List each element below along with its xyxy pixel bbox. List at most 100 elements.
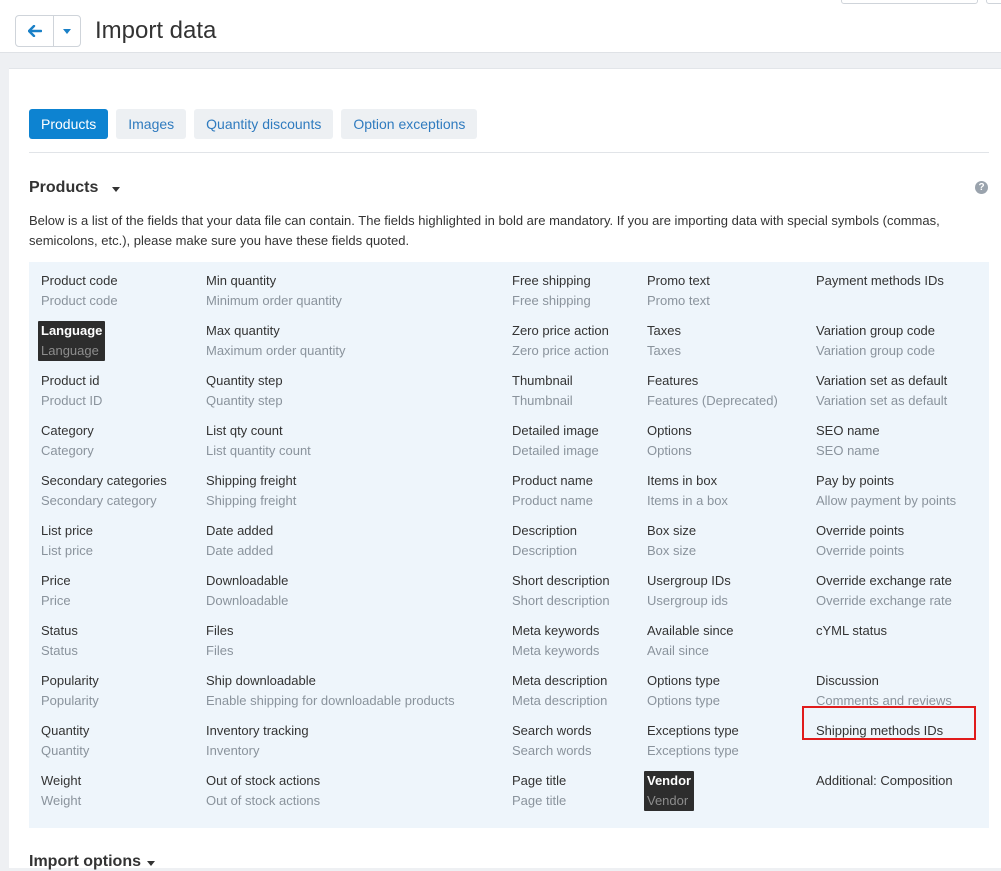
field-item: Product code Product code bbox=[41, 271, 167, 321]
field-item: Variation set as default Variation set as… bbox=[816, 371, 956, 421]
field-description: Thumbnail bbox=[512, 393, 573, 408]
field-name: Out of stock actions bbox=[206, 773, 321, 788]
field-item: Variation group code Variation group code bbox=[816, 321, 956, 371]
main-panel: Products Images Quantity discounts Optio… bbox=[9, 68, 1001, 871]
field-item: Ship downloadable Enable shipping for dow… bbox=[206, 671, 455, 721]
fields-column: Free shipping Free shipping Zero price act… bbox=[512, 271, 610, 821]
field-name: Files bbox=[206, 623, 234, 638]
field-description: Detailed image bbox=[512, 443, 599, 458]
field-item: Items in box Items in a box bbox=[647, 471, 778, 521]
field-description: Items in a box bbox=[647, 493, 728, 508]
field-description: Secondary category bbox=[41, 493, 157, 508]
field-description: List quantity count bbox=[206, 443, 311, 458]
back-button[interactable] bbox=[16, 16, 54, 46]
field-item: Price Price bbox=[41, 571, 167, 621]
field-name: Shipping freight bbox=[206, 473, 297, 488]
section-title: Import options bbox=[29, 853, 141, 870]
field-name: Search words bbox=[512, 723, 592, 738]
tab-images[interactable]: Images bbox=[116, 109, 187, 139]
field-name: Product code bbox=[41, 273, 118, 288]
field-name: List qty count bbox=[206, 423, 283, 438]
field-item: Category Category bbox=[41, 421, 167, 471]
field-name: Downloadable bbox=[206, 573, 289, 588]
field-item: Thumbnail Thumbnail bbox=[512, 371, 610, 421]
help-icon[interactable]: ? bbox=[975, 181, 988, 194]
field-description: Date added bbox=[206, 543, 274, 558]
field-description: Short description bbox=[512, 593, 610, 608]
field-name: Zero price action bbox=[512, 323, 609, 338]
field-name: Variation group code bbox=[816, 323, 936, 338]
field-description: Minimum order quantity bbox=[206, 293, 342, 308]
field-item: Search words Search words bbox=[512, 721, 610, 771]
field-description: Free shipping bbox=[512, 293, 591, 308]
field-item: Max quantity Maximum order quantity bbox=[206, 321, 455, 371]
chevron-down-icon bbox=[63, 28, 71, 34]
field-item: Additional: Composition bbox=[816, 771, 956, 821]
field-description: Status bbox=[41, 643, 78, 658]
field-name: Product id bbox=[41, 373, 100, 388]
field-description: Language bbox=[41, 343, 99, 358]
field-name: Min quantity bbox=[206, 273, 277, 288]
field-description: Price bbox=[41, 593, 71, 608]
field-name: Taxes bbox=[647, 323, 681, 338]
field-name: Secondary categories bbox=[41, 473, 167, 488]
field-item: Meta keywords Meta keywords bbox=[512, 621, 610, 671]
field-name: Options type bbox=[647, 673, 720, 688]
top-control-stub[interactable] bbox=[841, 0, 978, 4]
field-item: Options type Options type bbox=[647, 671, 778, 721]
field-item: Features Features (Deprecated) bbox=[647, 371, 778, 421]
field-item: Taxes Taxes bbox=[647, 321, 778, 371]
section-toggle-import-options[interactable]: Import options bbox=[29, 853, 155, 871]
tab-products[interactable]: Products bbox=[29, 109, 109, 139]
section-description: Below is a list of the fields that your … bbox=[29, 213, 940, 248]
field-name: Meta keywords bbox=[512, 623, 600, 638]
history-dropdown-button[interactable] bbox=[54, 16, 80, 46]
field-description: Out of stock actions bbox=[206, 793, 321, 808]
field-item: Usergroup IDs Usergroup ids bbox=[647, 571, 778, 621]
section-toggle-products[interactable]: Products bbox=[29, 179, 121, 197]
field-item: Product name Product name bbox=[512, 471, 610, 521]
field-description: Promo text bbox=[647, 293, 710, 308]
field-description: Allow payment by points bbox=[816, 493, 957, 508]
tab-bar: Products Images Quantity discounts Optio… bbox=[29, 109, 478, 139]
field-description: Zero price action bbox=[512, 343, 609, 358]
mandatory-field-item: Language Language bbox=[38, 321, 106, 361]
field-item: Zero price action Zero price action bbox=[512, 321, 610, 371]
top-control-stub[interactable] bbox=[986, 0, 1001, 4]
field-item: Free shipping Free shipping bbox=[512, 271, 610, 321]
field-item: Shipping freight Shipping freight bbox=[206, 471, 455, 521]
field-item: Product id Product ID bbox=[41, 371, 167, 421]
field-name: Product name bbox=[512, 473, 593, 488]
tab-quantity-discounts[interactable]: Quantity discounts bbox=[194, 109, 334, 139]
field-name: Features bbox=[647, 373, 699, 388]
field-item: Short description Short description bbox=[512, 571, 610, 621]
field-item: Out of stock actions Out of stock actions bbox=[206, 771, 455, 821]
section-title: Products bbox=[29, 179, 99, 196]
field-name: Items in box bbox=[647, 473, 718, 488]
field-item: Date added Date added bbox=[206, 521, 455, 571]
fields-list: Product code Product code Language Language… bbox=[29, 262, 989, 828]
field-item: Quantity step Quantity step bbox=[206, 371, 455, 421]
field-description: Usergroup ids bbox=[647, 593, 728, 608]
field-name: Thumbnail bbox=[512, 373, 573, 388]
field-name: Options bbox=[647, 423, 692, 438]
field-description: Variation group code bbox=[816, 343, 936, 358]
field-item: Files Files bbox=[206, 621, 455, 671]
field-description: Weight bbox=[41, 793, 82, 808]
tab-option-exceptions[interactable]: Option exceptions bbox=[341, 109, 478, 139]
field-name: Page title bbox=[512, 773, 567, 788]
field-description: Variation set as default bbox=[816, 393, 948, 408]
field-description: Avail since bbox=[647, 643, 709, 658]
field-item: Secondary categories Secondary category bbox=[41, 471, 167, 521]
field-name: List price bbox=[41, 523, 94, 538]
field-description: Inventory bbox=[206, 743, 260, 758]
field-item: List qty count List quantity count bbox=[206, 421, 455, 471]
field-name: Ship downloadable bbox=[206, 673, 316, 688]
field-description: Options type bbox=[647, 693, 720, 708]
field-description: Popularity bbox=[41, 693, 99, 708]
field-name: Date added bbox=[206, 523, 274, 538]
field-description: Description bbox=[512, 543, 578, 558]
field-description: Override points bbox=[816, 543, 905, 558]
field-item: Inventory tracking Inventory bbox=[206, 721, 455, 771]
field-item: List price List price bbox=[41, 521, 167, 571]
